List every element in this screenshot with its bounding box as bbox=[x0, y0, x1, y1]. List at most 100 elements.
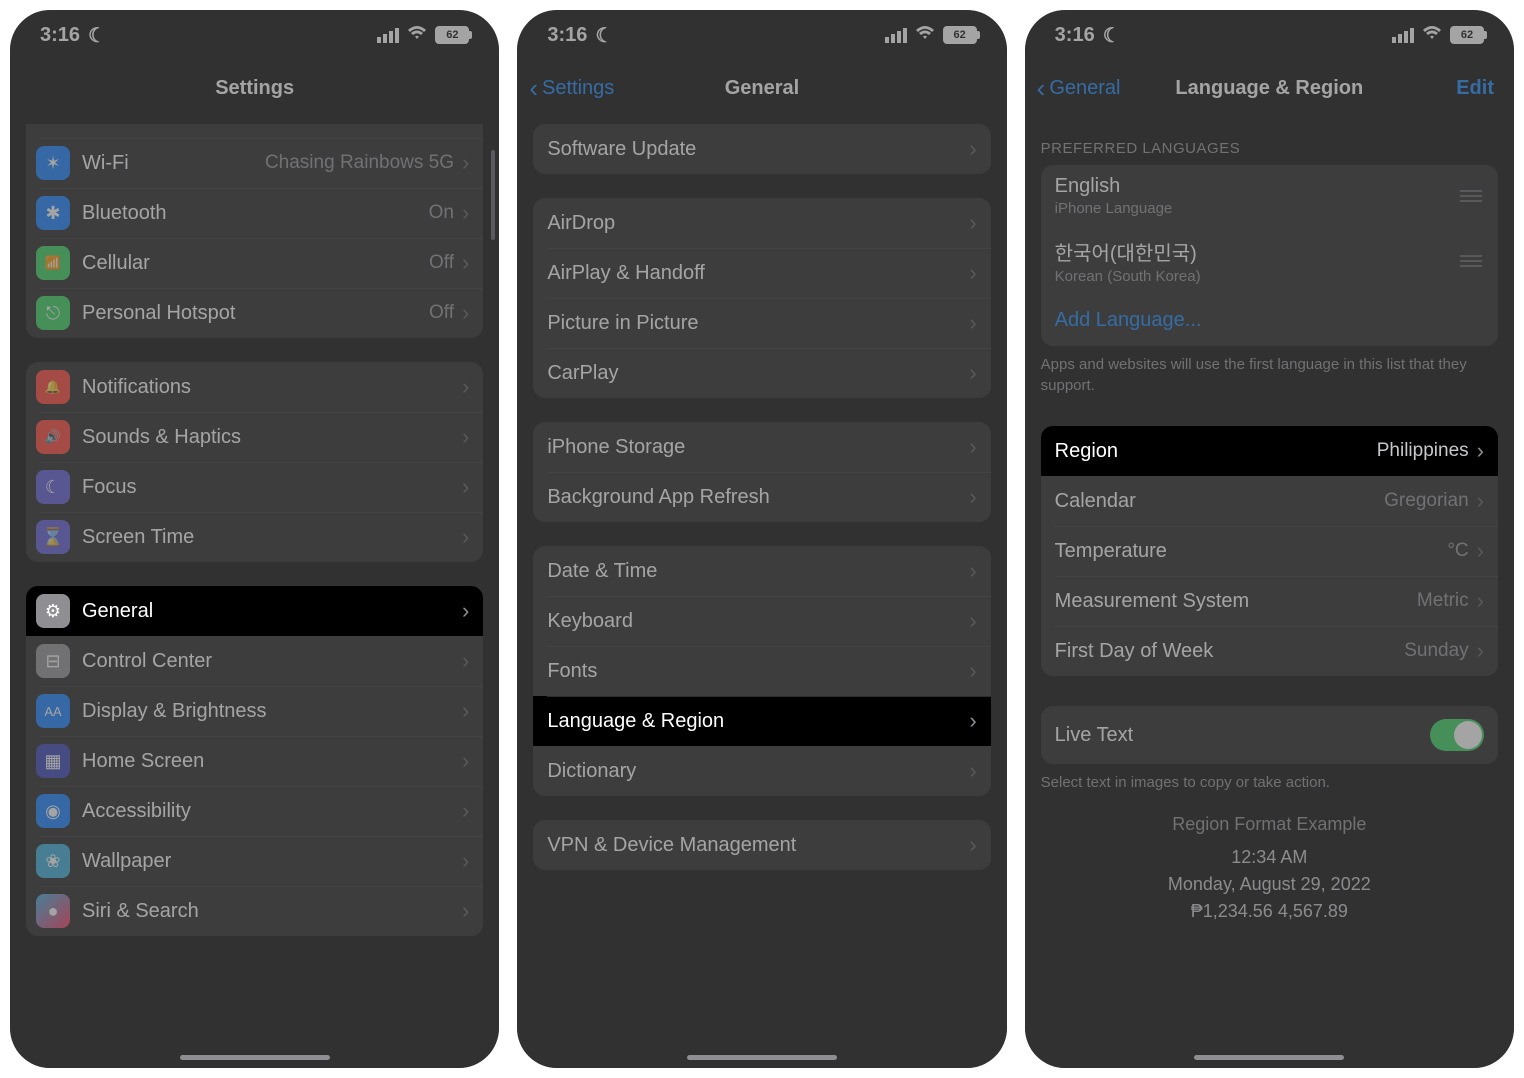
settings-row-display-brightness[interactable]: AADisplay & Brightness› bbox=[26, 686, 483, 736]
row-value: Gregorian bbox=[1384, 490, 1469, 512]
row-label: iPhone Storage bbox=[547, 436, 969, 459]
general-screen: 3:16 ☾ 62 ‹ Settings General Software Up… bbox=[517, 10, 1006, 1068]
bluetooth-icon: ✱ bbox=[36, 196, 70, 230]
settings-screen: 3:16 ☾ 62 Settings ✶Wi-FiChasing Rainbow… bbox=[10, 10, 499, 1068]
reorder-handle-icon[interactable] bbox=[1458, 255, 1484, 267]
row-label: First Day of Week bbox=[1055, 640, 1405, 663]
settings-row-focus[interactable]: ☾Focus› bbox=[26, 462, 483, 512]
settings-row-cellular[interactable]: 📶CellularOff› bbox=[26, 238, 483, 288]
row-label: Dictionary bbox=[547, 760, 969, 783]
general-row-keyboard[interactable]: Keyboard› bbox=[533, 596, 990, 646]
region-row-temperature[interactable]: Temperature°C› bbox=[1041, 526, 1498, 576]
page-title: Settings bbox=[215, 77, 294, 100]
row-label: Notifications bbox=[82, 376, 462, 399]
row-label: Date & Time bbox=[547, 560, 969, 583]
row-label: AirPlay & Handoff bbox=[547, 262, 969, 285]
general-row-fonts[interactable]: Fonts› bbox=[533, 646, 990, 696]
add-language-button[interactable]: Add Language... bbox=[1041, 295, 1498, 346]
row-label: Accessibility bbox=[82, 800, 462, 823]
chevron-right-icon: › bbox=[462, 252, 469, 274]
general-row-language-region[interactable]: Language & Region› bbox=[533, 696, 990, 746]
chevron-right-icon: › bbox=[462, 426, 469, 448]
live-text-row[interactable]: Live Text bbox=[1041, 706, 1498, 764]
back-button[interactable]: ‹ Settings bbox=[529, 75, 614, 101]
chevron-right-icon: › bbox=[969, 436, 976, 458]
chevron-right-icon: › bbox=[462, 302, 469, 324]
back-button[interactable]: ‹ General bbox=[1037, 75, 1121, 101]
general-row-iphone-storage[interactable]: iPhone Storage› bbox=[533, 422, 990, 472]
row-label: Background App Refresh bbox=[547, 486, 969, 509]
language-row[interactable]: EnglishiPhone Language bbox=[1041, 165, 1498, 227]
settings-row-accessibility[interactable]: ◉ Accessibility› bbox=[26, 786, 483, 836]
settings-row-bluetooth[interactable]: ✱BluetoothOn› bbox=[26, 188, 483, 238]
general-row-picture-in-picture[interactable]: Picture in Picture› bbox=[533, 298, 990, 348]
edit-button[interactable]: Edit bbox=[1456, 77, 1494, 100]
nav-bar: Settings bbox=[10, 60, 499, 116]
chevron-right-icon: › bbox=[462, 800, 469, 822]
chevron-right-icon: › bbox=[462, 850, 469, 872]
chevron-right-icon: › bbox=[969, 560, 976, 582]
chevron-right-icon: › bbox=[462, 376, 469, 398]
row-label: VPN & Device Management bbox=[547, 834, 969, 857]
status-bar: 3:16 ☾ 62 bbox=[10, 10, 499, 60]
chevron-right-icon: › bbox=[969, 138, 976, 160]
language-region-screen: 3:16 ☾ 62 ‹ General Language & Region Ed… bbox=[1025, 10, 1514, 1068]
general-row-background-app-refresh[interactable]: Background App Refresh› bbox=[533, 472, 990, 522]
settings-row-home-screen[interactable]: ▦Home Screen› bbox=[26, 736, 483, 786]
wifi-icon bbox=[1422, 24, 1442, 47]
region-row-region[interactable]: RegionPhilippines› bbox=[1041, 426, 1498, 476]
settings-row-general[interactable]: ⚙General› bbox=[26, 586, 483, 636]
home-indicator[interactable] bbox=[180, 1055, 330, 1060]
general-row-airplay-handoff[interactable]: AirPlay & Handoff› bbox=[533, 248, 990, 298]
settings-row-wi-fi[interactable]: ✶Wi-FiChasing Rainbows 5G› bbox=[26, 138, 483, 188]
settings-list[interactable]: ✶Wi-FiChasing Rainbows 5G›✱BluetoothOn›📶… bbox=[10, 116, 499, 1068]
region-row-first-day-of-week[interactable]: First Day of WeekSunday› bbox=[1041, 626, 1498, 676]
row-label: CarPlay bbox=[547, 362, 969, 385]
general-row-carplay[interactable]: CarPlay› bbox=[533, 348, 990, 398]
row-value: Sunday bbox=[1404, 640, 1468, 662]
live-text-toggle[interactable] bbox=[1430, 719, 1484, 751]
settings-row-personal-hotspot[interactable]: ⎋Personal HotspotOff› bbox=[26, 288, 483, 338]
settings-row-sounds-haptics[interactable]: 🔊Sounds & Haptics› bbox=[26, 412, 483, 462]
accessibility-icon: ◉ bbox=[36, 794, 70, 828]
example-numbers: ₱1,234.56 4,567.89 bbox=[1025, 898, 1514, 925]
row-label: Sounds & Haptics bbox=[82, 426, 462, 449]
row-label: Siri & Search bbox=[82, 900, 462, 923]
gear-icon: ⚙ bbox=[36, 594, 70, 628]
row-value: Off bbox=[429, 252, 454, 274]
settings-row-screen-time[interactable]: ⌛Screen Time› bbox=[26, 512, 483, 562]
settings-row-control-center[interactable]: ⊟Control Center› bbox=[26, 636, 483, 686]
settings-row-siri-search[interactable]: ●Siri & Search› bbox=[26, 886, 483, 936]
general-list[interactable]: Software Update›AirDrop›AirPlay & Handof… bbox=[517, 116, 1006, 1068]
language-title: English bbox=[1055, 175, 1458, 198]
general-row-vpn-device-management[interactable]: VPN & Device Management› bbox=[533, 820, 990, 870]
nav-bar: ‹ Settings General bbox=[517, 60, 1006, 116]
general-row-software-update[interactable]: Software Update› bbox=[533, 124, 990, 174]
general-row-airdrop[interactable]: AirDrop› bbox=[533, 198, 990, 248]
settings-row-notifications[interactable]: 🔔Notifications› bbox=[26, 362, 483, 412]
region-row-measurement-system[interactable]: Measurement SystemMetric› bbox=[1041, 576, 1498, 626]
row-label: Measurement System bbox=[1055, 590, 1417, 613]
settings-row-partial[interactable] bbox=[26, 124, 483, 138]
row-label: Cellular bbox=[82, 252, 429, 275]
chevron-right-icon: › bbox=[969, 710, 976, 732]
reorder-handle-icon[interactable] bbox=[1458, 190, 1484, 202]
home-indicator[interactable] bbox=[687, 1055, 837, 1060]
general-row-date-time[interactable]: Date & Time› bbox=[533, 546, 990, 596]
language-region-list[interactable]: PREFERRED LANGUAGESEnglishiPhone Languag… bbox=[1025, 116, 1514, 1068]
chevron-right-icon: › bbox=[969, 834, 976, 856]
general-row-dictionary[interactable]: Dictionary› bbox=[533, 746, 990, 796]
region-row-calendar[interactable]: CalendarGregorian› bbox=[1041, 476, 1498, 526]
home-indicator[interactable] bbox=[1194, 1055, 1344, 1060]
status-bar: 3:16 ☾ 62 bbox=[517, 10, 1006, 60]
moon-icon: ☾ bbox=[1103, 23, 1121, 48]
settings-row-wallpaper[interactable]: ❀Wallpaper› bbox=[26, 836, 483, 886]
battery-icon: 62 bbox=[435, 26, 469, 44]
chevron-right-icon: › bbox=[462, 202, 469, 224]
row-label: Focus bbox=[82, 476, 462, 499]
wifi-icon bbox=[407, 24, 427, 47]
back-label: General bbox=[1049, 77, 1120, 100]
language-row[interactable]: 한국어(대한민국)Korean (South Korea) bbox=[1041, 227, 1498, 295]
scrollbar[interactable] bbox=[491, 150, 495, 240]
chevron-right-icon: › bbox=[462, 152, 469, 174]
